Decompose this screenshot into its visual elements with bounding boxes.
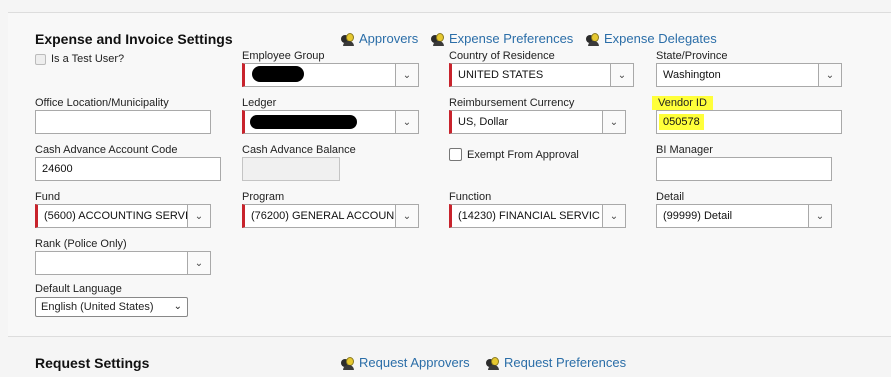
request-settings-title: Request Settings: [35, 355, 150, 371]
expense-settings-title: Expense and Invoice Settings: [35, 31, 233, 47]
country-label: Country of Residence: [449, 50, 555, 62]
user-group-icon: [341, 32, 355, 46]
program-select[interactable]: (76200) GENERAL ACCOUN ⌄: [242, 204, 419, 228]
chevron-down-icon[interactable]: ⌄: [395, 205, 418, 227]
default-language-label: Default Language: [35, 283, 122, 295]
function-value: (14230) FINANCIAL SERVIC: [458, 210, 600, 222]
country-select[interactable]: UNITED STATES ⌄: [449, 63, 634, 87]
request-preferences-link-label: Request Preferences: [504, 355, 627, 370]
detail-label: Detail: [656, 191, 685, 203]
cash-advance-code-label: Cash Advance Account Code: [35, 144, 178, 156]
rank-label: Rank (Police Only): [35, 238, 127, 250]
request-approvers-link-label: Request Approvers: [359, 355, 470, 370]
cash-advance-balance-field: [242, 157, 340, 181]
program-value: (76200) GENERAL ACCOUN: [251, 210, 395, 222]
detail-select[interactable]: (99999) Detail ⌄: [656, 204, 832, 228]
fund-value: (5600) ACCOUNTING SERVI: [44, 210, 189, 222]
cash-advance-code-input[interactable]: 24600: [35, 157, 221, 181]
request-approvers-link[interactable]: Request Approvers: [341, 355, 470, 370]
default-language-value: English (United States): [41, 301, 154, 313]
country-value: UNITED STATES: [458, 69, 544, 81]
function-label: Function: [449, 191, 492, 203]
currency-select[interactable]: US, Dollar ⌄: [449, 110, 626, 134]
expense-delegates-link[interactable]: Expense Delegates: [586, 31, 717, 46]
fund-select[interactable]: (5600) ACCOUNTING SERVI ⌄: [35, 204, 211, 228]
chevron-down-icon[interactable]: ⌄: [187, 252, 210, 274]
chevron-down-icon: ⌄: [173, 301, 182, 312]
chevron-down-icon[interactable]: ⌄: [808, 205, 831, 227]
chevron-down-icon[interactable]: ⌄: [602, 111, 625, 133]
expense-preferences-link-label: Expense Preferences: [449, 31, 574, 46]
checkbox-box: [35, 53, 46, 65]
checkbox-box: [449, 148, 462, 161]
employee-group-label: Employee Group: [242, 50, 325, 62]
cash-advance-balance-label: Cash Advance Balance: [242, 144, 356, 156]
program-label: Program: [242, 191, 285, 203]
chevron-down-icon[interactable]: ⌄: [395, 111, 418, 133]
detail-value: (99999) Detail: [663, 210, 733, 222]
state-select[interactable]: Washington ⌄: [656, 63, 842, 87]
approvers-link-label: Approvers: [359, 31, 419, 46]
bi-manager-input[interactable]: [656, 157, 832, 181]
user-group-icon: [431, 32, 445, 46]
test-user-label: Is a Test User?: [51, 53, 125, 65]
state-label: State/Province: [656, 50, 728, 62]
cash-advance-code-value: 24600: [42, 163, 73, 175]
chevron-down-icon[interactable]: ⌄: [395, 64, 418, 86]
test-user-checkbox[interactable]: Is a Test User?: [35, 53, 124, 65]
default-language-select[interactable]: English (United States) ⌄: [35, 297, 188, 317]
vendor-id-label: Vendor ID: [652, 96, 713, 110]
function-select[interactable]: (14230) FINANCIAL SERVIC ⌄: [449, 204, 626, 228]
chevron-down-icon[interactable]: ⌄: [187, 205, 210, 227]
currency-label: Reimbursement Currency: [449, 97, 575, 109]
chevron-down-icon[interactable]: ⌄: [818, 64, 841, 86]
section-divider: [8, 336, 891, 337]
state-value: Washington: [663, 69, 721, 81]
expense-preferences-link[interactable]: Expense Preferences: [431, 31, 573, 46]
office-input[interactable]: [35, 110, 211, 134]
approvers-link[interactable]: Approvers: [341, 31, 418, 46]
chevron-down-icon[interactable]: ⌄: [602, 205, 625, 227]
user-group-icon: [586, 32, 600, 46]
redaction-mark: [252, 66, 304, 82]
bi-manager-label: BI Manager: [656, 144, 713, 156]
vendor-id-input[interactable]: 050578: [656, 110, 842, 134]
fund-label: Fund: [35, 191, 61, 203]
request-preferences-link[interactable]: Request Preferences: [486, 355, 626, 370]
exempt-label: Exempt From Approval: [467, 148, 579, 161]
exempt-checkbox[interactable]: Exempt From Approval: [449, 148, 579, 161]
currency-value: US, Dollar: [458, 116, 509, 128]
ledger-label: Ledger: [242, 97, 277, 109]
rank-select[interactable]: ⌄: [35, 251, 211, 275]
redaction-mark: [250, 115, 357, 129]
vendor-id-value: 050578: [659, 114, 704, 130]
user-group-icon: [486, 356, 500, 370]
chevron-down-icon[interactable]: ⌄: [610, 64, 633, 86]
office-label: Office Location/Municipality: [35, 97, 169, 109]
expense-delegates-link-label: Expense Delegates: [604, 31, 717, 46]
user-group-icon: [341, 356, 355, 370]
